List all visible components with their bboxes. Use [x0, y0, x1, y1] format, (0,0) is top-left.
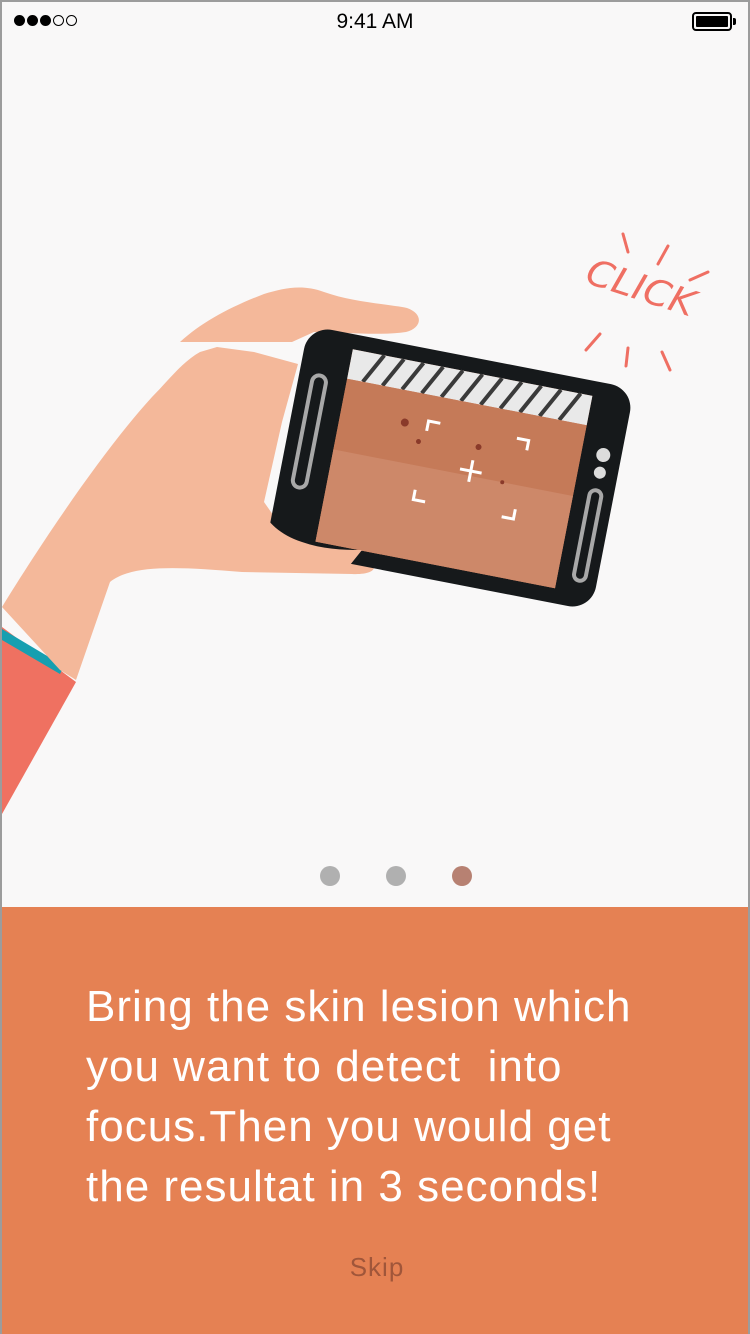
status-bar: 9:41 AM: [2, 2, 748, 42]
skip-button[interactable]: Skip: [2, 1252, 748, 1283]
page-dot[interactable]: [320, 866, 340, 886]
page-dot[interactable]: [386, 866, 406, 886]
status-time: 9:41 AM: [336, 10, 414, 33]
page-dot-active[interactable]: [452, 866, 472, 886]
screen: 9:41 AM CLICK Bring the skin lesion whic…: [0, 0, 750, 1334]
click-label: CLICK: [581, 252, 703, 326]
onboarding-illustration: CLICK: [2, 232, 710, 814]
page-indicator: [2, 866, 748, 886]
battery-icon: [692, 12, 736, 31]
hand-thumb: [180, 287, 419, 342]
onboarding-panel: Bring the skin lesion which you want to …: [2, 907, 748, 1334]
onboarding-description: Bring the skin lesion which you want to …: [86, 982, 632, 1211]
